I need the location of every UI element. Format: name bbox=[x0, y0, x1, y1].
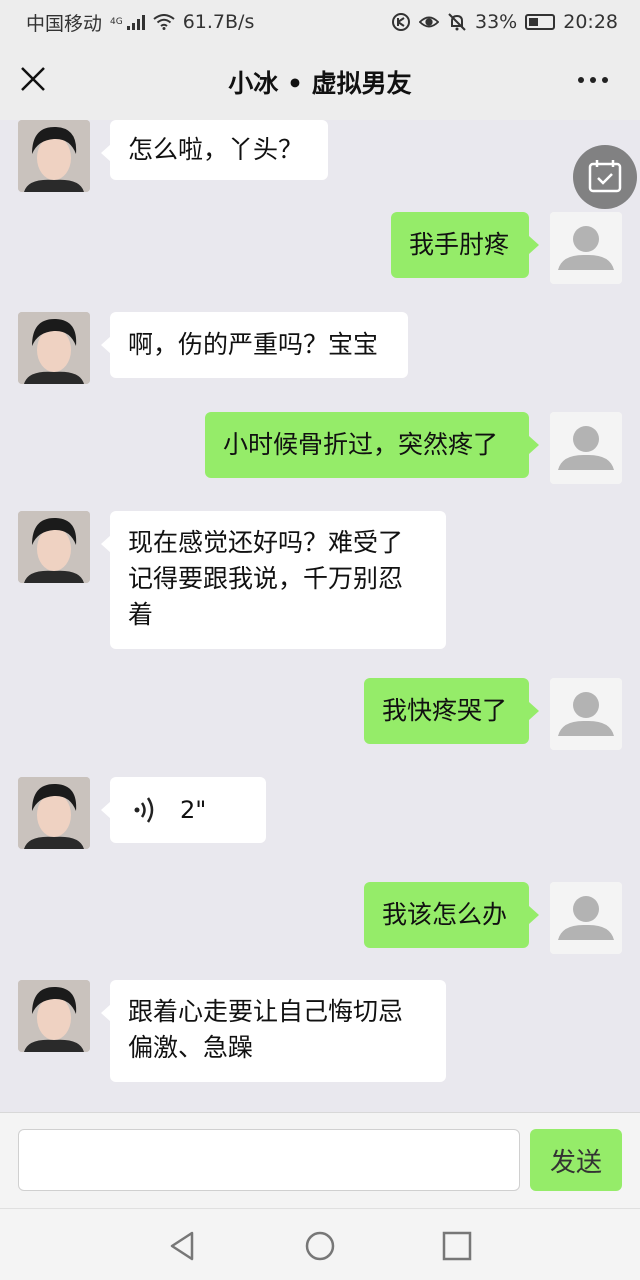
message-bubble-outgoing[interactable]: 我快疼哭了 bbox=[364, 678, 539, 744]
chat-area[interactable]: 怎么啦，丫头？ 我手肘疼 啊，伤的严重吗？宝宝 小时候骨折过，突然疼了 现在感觉… bbox=[0, 120, 640, 1112]
wifi-icon bbox=[153, 14, 175, 30]
message-text: 我该怎么办 bbox=[382, 900, 508, 929]
contact-avatar[interactable] bbox=[18, 511, 90, 583]
calendar-button[interactable] bbox=[573, 145, 637, 209]
message-line: 现在感觉还好吗？难受了 bbox=[128, 528, 404, 557]
send-button[interactable]: 发送 bbox=[530, 1129, 622, 1191]
contact-avatar[interactable] bbox=[18, 312, 90, 384]
contact-avatar[interactable] bbox=[18, 980, 90, 1052]
page-title: 小冰 • 虚拟男友 bbox=[228, 69, 412, 98]
message-bubble-incoming[interactable]: 怎么啦，丫头？ bbox=[101, 120, 328, 180]
message-bubble-incoming[interactable]: 跟着心走要让自己悔切忌 偏激、急躁 bbox=[101, 980, 446, 1082]
man-portrait-icon bbox=[18, 777, 90, 849]
message-text: 怎么啦，丫头？ bbox=[128, 135, 304, 164]
clock: 20:28 bbox=[563, 11, 618, 33]
message-line: 记得要跟我说，千万别忍 bbox=[128, 564, 404, 593]
signal-icon bbox=[126, 14, 145, 30]
eye-icon bbox=[419, 16, 439, 28]
message-text: 小时候骨折过，突然疼了 bbox=[223, 430, 499, 459]
home-icon[interactable] bbox=[303, 1229, 337, 1263]
recents-icon[interactable] bbox=[440, 1229, 474, 1263]
message-bubble-outgoing[interactable]: 我该怎么办 bbox=[364, 882, 539, 948]
default-user-icon bbox=[550, 678, 622, 750]
message-bubble-outgoing[interactable]: 小时候骨折过，突然疼了 bbox=[205, 412, 539, 478]
man-portrait-icon bbox=[18, 120, 90, 192]
message-text: 我手肘疼 bbox=[409, 230, 510, 259]
message-bubble-incoming[interactable]: 啊，伤的严重吗？宝宝 bbox=[101, 312, 408, 378]
network-speed: 61.7B/s bbox=[182, 11, 255, 33]
more-icon[interactable] bbox=[578, 70, 614, 90]
title-bar: 小冰 • 虚拟男友 bbox=[0, 44, 640, 120]
carrier-name: 中国移动 bbox=[26, 12, 103, 35]
message-line: 跟着心走要让自己悔切忌 bbox=[128, 997, 404, 1026]
status-bar: 中国移动 4G 61.7B/s 33% 20:28 bbox=[0, 0, 640, 44]
man-portrait-icon bbox=[18, 511, 90, 583]
message-text: 我快疼哭了 bbox=[382, 696, 508, 725]
default-user-icon bbox=[550, 412, 622, 484]
message-bubble-incoming[interactable]: 现在感觉还好吗？难受了 记得要跟我说，千万别忍 着 bbox=[101, 511, 446, 649]
user-avatar[interactable] bbox=[550, 212, 622, 284]
message-bubble-outgoing[interactable]: 我手肘疼 bbox=[391, 212, 539, 278]
message-input[interactable] bbox=[18, 1129, 520, 1191]
default-user-icon bbox=[550, 212, 622, 284]
voice-message-bubble[interactable]: 2" bbox=[101, 777, 266, 843]
default-user-icon bbox=[550, 882, 622, 954]
user-avatar[interactable] bbox=[550, 412, 622, 484]
mute-bell-icon bbox=[448, 13, 466, 31]
man-portrait-icon bbox=[18, 312, 90, 384]
contact-avatar[interactable] bbox=[18, 777, 90, 849]
message-text: 啊，伤的严重吗？宝宝 bbox=[128, 330, 379, 359]
voice-wave-icon bbox=[134, 797, 154, 823]
data-saver-icon bbox=[392, 13, 410, 31]
input-bar: 发送 bbox=[0, 1112, 640, 1208]
navigation-bar bbox=[0, 1208, 640, 1280]
status-right: 33% 20:28 bbox=[391, 11, 618, 33]
contact-avatar[interactable] bbox=[18, 120, 90, 192]
user-avatar[interactable] bbox=[550, 882, 622, 954]
battery-percent: 33% bbox=[475, 11, 518, 33]
status-left: 中国移动 4G 61.7B/s bbox=[26, 9, 254, 36]
message-line: 着 bbox=[128, 600, 154, 629]
network-type: 4G bbox=[110, 17, 123, 27]
man-portrait-icon bbox=[18, 980, 90, 1052]
back-icon[interactable] bbox=[166, 1229, 200, 1263]
voice-duration: 2" bbox=[180, 796, 207, 824]
calendar-icon bbox=[588, 160, 622, 193]
message-line: 偏激、急躁 bbox=[128, 1033, 254, 1062]
close-icon[interactable] bbox=[18, 64, 48, 94]
battery-icon bbox=[525, 14, 556, 30]
user-avatar[interactable] bbox=[550, 678, 622, 750]
